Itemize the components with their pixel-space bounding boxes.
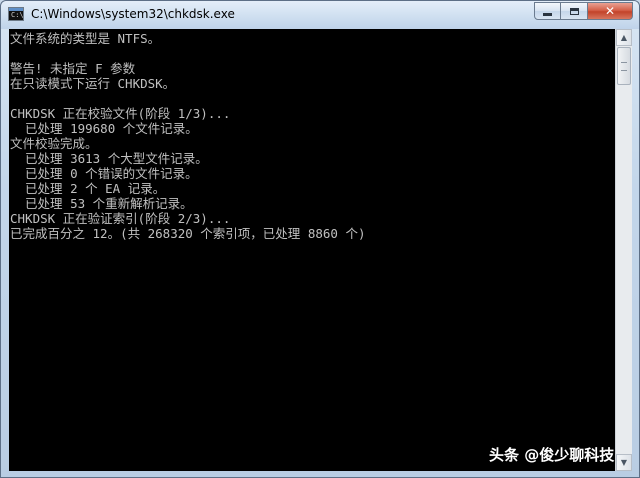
maximize-button[interactable] xyxy=(561,2,588,20)
console-line: 已处理 53 个重新解析记录。 xyxy=(10,196,193,211)
window-title: C:\Windows\system32\chkdsk.exe xyxy=(31,7,235,21)
minimize-icon xyxy=(543,12,552,16)
arrow-down-icon: ▼ xyxy=(620,458,628,467)
console-line: 文件校验完成。 xyxy=(10,136,98,151)
scroll-down-button[interactable]: ▼ xyxy=(616,454,632,471)
vertical-scrollbar[interactable]: ▲ ▼ xyxy=(615,29,632,471)
console-output[interactable]: 文件系统的类型是 NTFS。 警告! 未指定 F 参数 在只读模式下运行 CHK… xyxy=(9,29,615,471)
scroll-thumb[interactable] xyxy=(617,47,631,85)
arrow-up-icon: ▲ xyxy=(620,33,628,42)
console-line: 已处理 199680 个文件记录。 xyxy=(10,121,198,136)
console-lines: 文件系统的类型是 NTFS。 警告! 未指定 F 参数 在只读模式下运行 CHK… xyxy=(10,31,366,241)
minimize-button[interactable] xyxy=(534,2,561,20)
console-line: 已处理 3613 个大型文件记录。 xyxy=(10,151,208,166)
close-icon: ✕ xyxy=(604,4,616,18)
cmd-console-icon[interactable]: C:\ xyxy=(8,7,24,21)
watermark-label: 头条 @俊少聊科技 xyxy=(489,446,615,464)
console-line: 已完成百分之 12。(共 268320 个索引项，已处理 8860 个) xyxy=(10,226,366,241)
close-button[interactable]: ✕ xyxy=(588,2,633,20)
icon-text: C:\ xyxy=(11,11,24,19)
console-window: C:\ C:\Windows\system32\chkdsk.exe ✕ 文件系… xyxy=(0,0,640,478)
window-controls: ✕ xyxy=(534,2,633,21)
title-bar[interactable]: C:\ C:\Windows\system32\chkdsk.exe ✕ xyxy=(1,1,639,29)
console-line: CHKDSK 正在校验文件(阶段 1/3)... xyxy=(10,106,231,121)
console-line: 在只读模式下运行 CHKDSK。 xyxy=(10,76,176,91)
console-line: 已处理 0 个错误的文件记录。 xyxy=(10,166,198,181)
console-line: 已处理 2 个 EA 记录。 xyxy=(10,181,166,196)
maximize-icon xyxy=(569,7,579,15)
console-line: 警告! 未指定 F 参数 xyxy=(10,61,136,76)
console-line: CHKDSK 正在验证索引(阶段 2/3)... xyxy=(10,211,231,226)
scroll-up-button[interactable]: ▲ xyxy=(616,29,632,46)
console-line: 文件系统的类型是 NTFS。 xyxy=(10,31,161,46)
